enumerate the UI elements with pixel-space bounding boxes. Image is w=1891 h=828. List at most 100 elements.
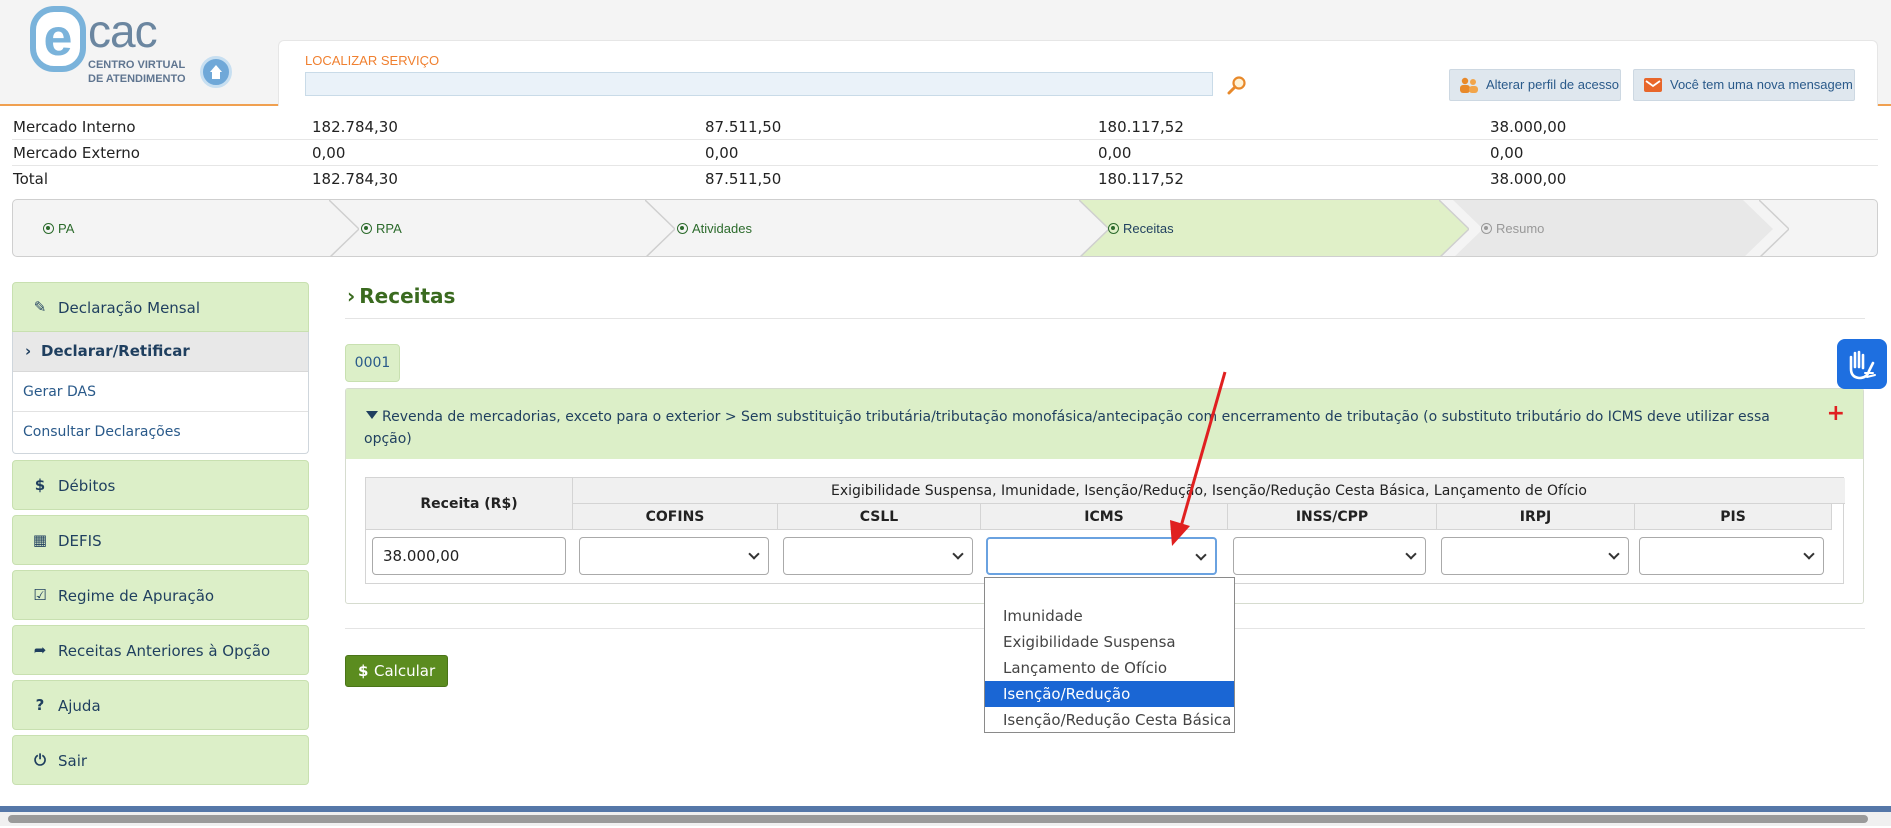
sidebar-item-defis[interactable]: ▦ DEFIS (12, 515, 309, 565)
cofins-select[interactable] (579, 537, 769, 575)
table-cell: 0,00 (1098, 144, 1132, 162)
icms-select[interactable] (986, 537, 1217, 575)
plus-icon[interactable]: + (1827, 401, 1845, 426)
calcular-button[interactable]: $ Calcular (345, 655, 448, 687)
change-profile-button[interactable]: Alterar perfil de acesso (1449, 69, 1621, 101)
share-arrow-icon: ➦ (33, 641, 47, 659)
table-cell: 180.117,52 (1098, 118, 1184, 136)
dropdown-option[interactable]: Imunidade (985, 603, 1234, 629)
chevron-down-icon (952, 548, 964, 560)
step-label: Receitas (1123, 221, 1174, 236)
step-label: Atividades (692, 221, 752, 236)
sidebar-item-label: Ajuda (58, 697, 101, 715)
table-cell: 182.784,30 (312, 118, 398, 136)
receita-input[interactable]: 38.000,00 (372, 537, 566, 575)
column-header-pis: PIS (1635, 504, 1832, 530)
search-icon[interactable] (1227, 75, 1247, 95)
search-label: LOCALIZAR SERVIÇO (305, 53, 440, 68)
ecac-logo[interactable]: e cac CENTRO VIRTUAL DE ATENDIMENTO (30, 6, 210, 90)
dropdown-option[interactable]: Isenção/Redução Cesta Básica (985, 707, 1234, 733)
chevron-down-icon (1195, 549, 1207, 561)
check-circle-icon (361, 223, 372, 234)
sidebar-item-label: Gerar DAS (23, 384, 97, 400)
scrollbar-thumb[interactable] (8, 815, 1868, 823)
sidebar-submenu: › Declarar/Retificar Gerar DAS Consultar… (12, 332, 309, 454)
step-label: PA (58, 221, 75, 236)
sidebar-item-regime[interactable]: ☑ Regime de Apuração (12, 570, 309, 620)
step-separator (1439, 200, 1469, 256)
search-input[interactable] (305, 72, 1213, 96)
chevron-right-icon: › (25, 342, 32, 360)
sidebar-item-label: Declarar/Retificar (41, 342, 190, 360)
step-separator (329, 200, 359, 256)
sidebar-item-ajuda[interactable]: ? Ajuda (12, 680, 309, 730)
column-header-csll: CSLL (778, 504, 981, 530)
receita-header: Receita (R$) (366, 478, 573, 530)
table-row: Mercado Interno 182.784,30 87.511,50 180… (12, 114, 1878, 140)
horizontal-scrollbar[interactable] (0, 812, 1891, 826)
sidebar-item-consultar[interactable]: Consultar Declarações (13, 412, 308, 452)
sidebar-item-declaracao-mensal[interactable]: ✎ Declaração Mensal (12, 282, 309, 332)
divider (345, 318, 1865, 319)
dollar-icon: $ (358, 662, 369, 680)
irpj-select[interactable] (1441, 537, 1629, 575)
sidebar-item-gerar-das[interactable]: Gerar DAS (13, 372, 308, 412)
table-cell: 87.511,50 (705, 170, 782, 188)
change-profile-label: Alterar perfil de acesso (1486, 77, 1619, 92)
activity-description: Revenda de mercadorias, exceto para o ex… (364, 409, 1770, 447)
calendar-icon: ▦ (32, 531, 48, 549)
sidebar-item-label: Sair (58, 752, 88, 770)
step-separator (1759, 200, 1789, 256)
sidebar-item-label: Consultar Declarações (23, 424, 181, 440)
new-message-button[interactable]: Você tem uma nova mensagem (1633, 69, 1855, 101)
exigibilidade-header: Exigibilidade Suspensa, Imunidade, Isenç… (573, 478, 1845, 504)
table-cell: 38.000,00 (1490, 118, 1567, 136)
inss-cpp-select[interactable] (1233, 537, 1426, 575)
chevron-down-icon (1608, 548, 1620, 560)
check-circle-icon (1481, 223, 1492, 234)
activity-panel-header[interactable]: Revenda de mercadorias, exceto para o ex… (346, 389, 1863, 459)
home-icon[interactable] (200, 56, 232, 88)
sidebar-item-label: Declaração Mensal (58, 299, 200, 317)
column-header-irpj: IRPJ (1437, 504, 1635, 530)
sidebar-item-label: Débitos (58, 477, 116, 495)
dropdown-option-selected[interactable]: Isenção/Redução (985, 681, 1234, 707)
sidebar-item-declarar-retificar[interactable]: › Declarar/Retificar (13, 332, 308, 372)
logo-e-mark: e (30, 6, 86, 72)
pis-select[interactable] (1639, 537, 1824, 575)
sidebar-item-receitas-anteriores[interactable]: ➦ Receitas Anteriores à Opção (12, 625, 309, 675)
sign-language-icon (1849, 350, 1876, 380)
question-circle-icon: ? (35, 696, 45, 714)
calcular-label: Calcular (374, 662, 436, 680)
accessibility-widget[interactable] (1837, 339, 1887, 389)
users-icon (1460, 77, 1478, 93)
search-panel: LOCALIZAR SERVIÇO Alterar perfil de aces… (278, 40, 1878, 106)
sidebar-item-debitos[interactable]: $ Débitos (12, 460, 309, 510)
revenue-grid: Receita (R$) Exigibilidade Suspensa, Imu… (365, 477, 1845, 584)
table-cell: 180.117,52 (1098, 170, 1184, 188)
sidebar-item-label: Receitas Anteriores à Opção (58, 642, 271, 660)
table-row: Total 182.784,30 87.511,50 180.117,52 38… (12, 166, 1878, 192)
dropdown-option[interactable]: Lançamento de Ofício (985, 655, 1234, 681)
step-label: Resumo (1496, 221, 1545, 236)
logo-subtitle: CENTRO VIRTUAL DE ATENDIMENTO (88, 59, 186, 85)
row-label: Mercado Interno (13, 118, 136, 136)
checkbox-icon: ☑ (33, 586, 47, 604)
chevron-down-icon (748, 548, 760, 560)
table-cell: 182.784,30 (312, 170, 398, 188)
csll-select[interactable] (783, 537, 973, 575)
sidebar-item-sair[interactable]: ⏻ Sair (12, 735, 309, 785)
envelope-icon (1644, 78, 1662, 92)
table-cell: 38.000,00 (1490, 170, 1567, 188)
table-cell: 87.511,50 (705, 118, 782, 136)
dropdown-option[interactable]: Exigibilidade Suspensa (985, 629, 1234, 655)
tab-0001[interactable]: 0001 (345, 344, 400, 382)
row-label: Mercado Externo (13, 144, 140, 162)
summary-table: Mercado Interno 182.784,30 87.511,50 180… (12, 114, 1878, 192)
step-label: RPA (376, 221, 402, 236)
check-circle-icon (1108, 223, 1119, 234)
step-separator (645, 200, 675, 256)
icms-dropdown-list[interactable]: Imunidade Exigibilidade Suspensa Lançame… (984, 577, 1235, 733)
page-title-text: Receitas (359, 284, 456, 308)
chevron-down-icon (1405, 548, 1417, 560)
